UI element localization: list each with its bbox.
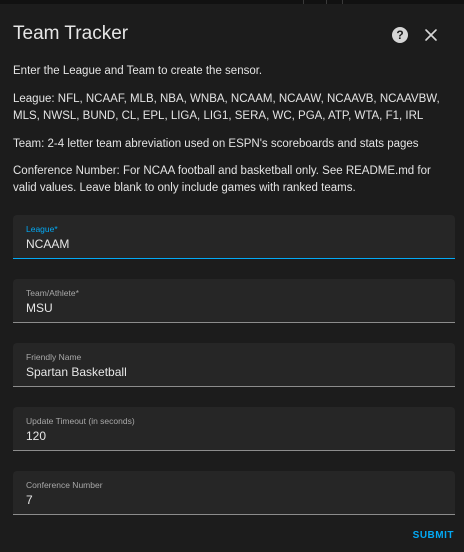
dialog-header: Team Tracker ? xyxy=(13,22,452,50)
conference-number-field-label: Conference Number xyxy=(26,480,103,490)
team-help-text: Team: 2-4 letter team abreviation used o… xyxy=(13,138,419,150)
team-field-value: MSU xyxy=(26,301,53,315)
friendly-name-field-label: Friendly Name xyxy=(26,352,82,362)
team-field[interactable]: Team/Athlete* MSU xyxy=(13,279,455,323)
conference-number-field[interactable]: Conference Number 7 xyxy=(13,471,455,515)
league-field[interactable]: League* NCAAM xyxy=(13,215,455,259)
update-timeout-field[interactable]: Update Timeout (in seconds) 120 xyxy=(13,407,455,451)
conference-number-field-value: 7 xyxy=(26,493,33,507)
close-icon[interactable] xyxy=(422,26,440,44)
league-help-text: League: NFL, NCAAF, MLB, NBA, WNBA, NCAA… xyxy=(13,93,440,122)
league-field-value: NCAAM xyxy=(26,237,70,251)
league-field-label: League* xyxy=(26,224,58,234)
conference-help-text: Conference Number: For NCAA football and… xyxy=(13,165,431,194)
friendly-name-field[interactable]: Friendly Name Spartan Basketball xyxy=(13,343,455,387)
help-icon[interactable]: ? xyxy=(392,27,408,43)
top-edge-divider xyxy=(303,0,304,4)
dialog-title: Team Tracker xyxy=(13,23,129,44)
team-field-label: Team/Athlete* xyxy=(26,288,79,298)
top-edge-divider xyxy=(342,0,343,4)
submit-button[interactable]: SUBMIT xyxy=(413,530,454,541)
top-edge-divider xyxy=(326,0,327,4)
update-timeout-field-label: Update Timeout (in seconds) xyxy=(26,416,135,426)
intro-text: Enter the League and Team to create the … xyxy=(13,65,263,77)
top-edge xyxy=(0,0,464,4)
friendly-name-field-value: Spartan Basketball xyxy=(26,365,127,379)
team-tracker-dialog: Team Tracker ? Enter the League and Team… xyxy=(0,0,464,552)
update-timeout-field-value: 120 xyxy=(26,429,47,443)
